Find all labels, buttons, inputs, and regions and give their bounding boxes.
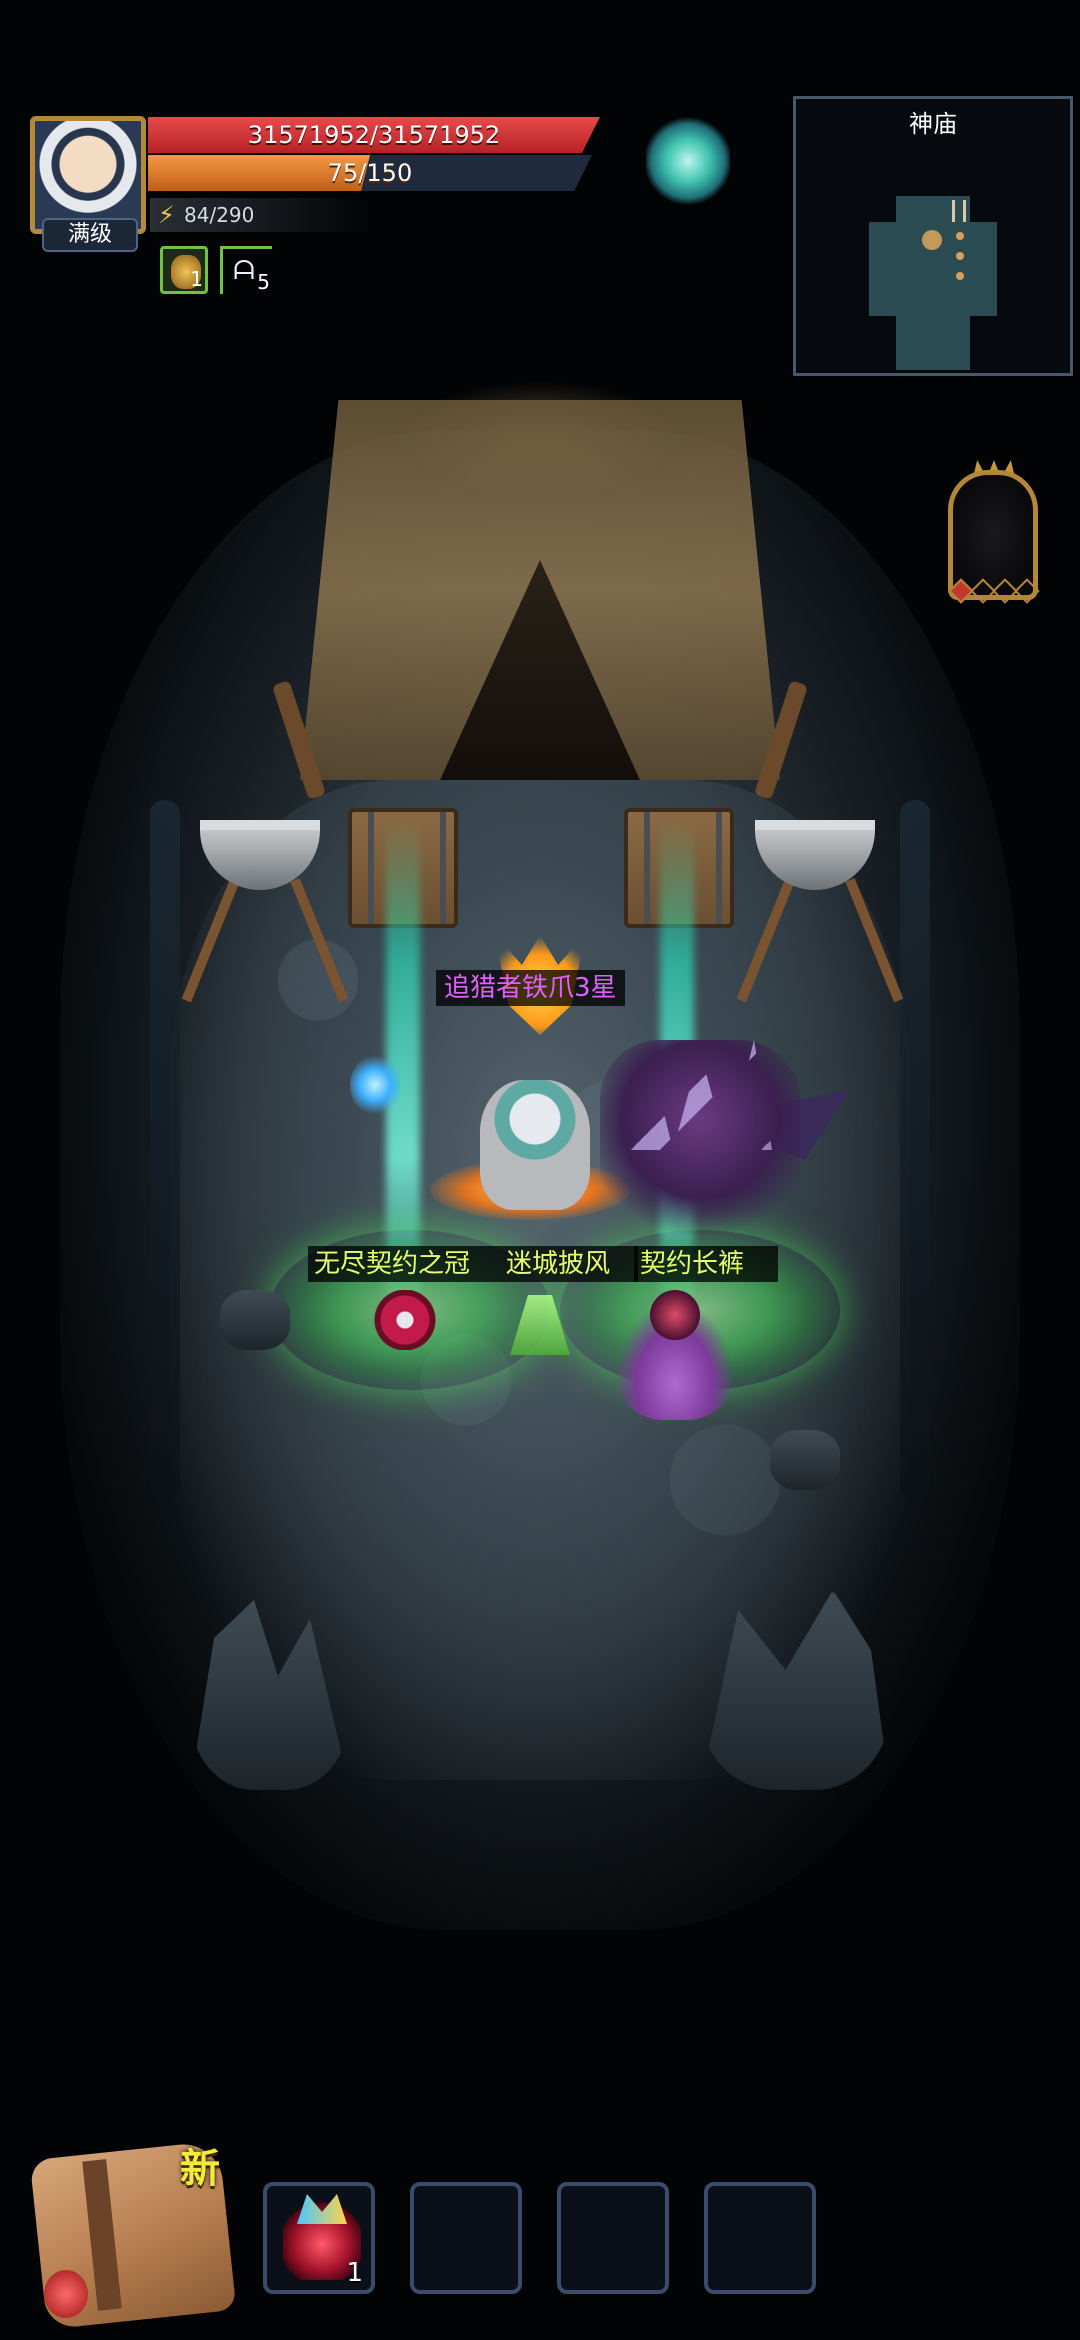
cloak-item-label[interactable]: 迷城披风 — [500, 1246, 638, 1282]
minimap-ladder-icon — [952, 200, 966, 222]
rock — [220, 1290, 290, 1350]
player-level-tag: 满级 — [42, 218, 138, 252]
hp-text: 31571952/31571952 — [247, 121, 501, 149]
crown-item-label[interactable]: 无尽契约之冠 — [308, 1246, 500, 1282]
slot-count: 1 — [346, 2258, 363, 2288]
crown-item-drop[interactable] — [370, 1290, 440, 1350]
light-beam-left — [386, 820, 420, 1300]
quick-slot-1[interactable]: 1 — [263, 2182, 375, 2294]
mp-text: 75/150 — [327, 159, 413, 187]
buff-count: 1 — [190, 267, 203, 291]
quick-slot-2[interactable] — [410, 2182, 522, 2294]
quick-slot-3[interactable] — [557, 2182, 669, 2294]
minimap-title: 神庙 — [909, 110, 957, 138]
blue-spirit-icon — [350, 1055, 400, 1115]
potion-icon — [44, 2270, 88, 2318]
new-badge: 新 — [180, 2146, 220, 2192]
minimap-monster-icon — [956, 232, 964, 240]
pants-item-label[interactable]: 契约长裤 — [634, 1246, 778, 1282]
energy-text: 84/290 — [184, 203, 255, 227]
monster-name-label: 追猎者铁爪3星 — [436, 970, 625, 1006]
shell-buff[interactable]: 1 — [160, 246, 208, 294]
pants-item-gem — [650, 1290, 700, 1340]
minimap-player-icon — [922, 230, 942, 250]
quick-slot-4[interactable] — [704, 2182, 816, 2294]
wolf-buff[interactable]: ᗩ 5 — [220, 246, 272, 294]
player-character[interactable] — [480, 1080, 590, 1210]
buff-count: 5 — [257, 270, 270, 294]
lightning-icon: ⚡ — [158, 201, 175, 229]
rock — [770, 1430, 840, 1490]
left-wall — [150, 800, 180, 1500]
right-wall — [900, 800, 930, 1500]
player-avatar[interactable] — [30, 116, 146, 234]
minimap-monster-icon — [956, 272, 964, 280]
minimap-monster-icon — [956, 252, 964, 260]
wolf-buff-icon: ᗩ — [233, 256, 255, 286]
teleport-portal-icon[interactable] — [646, 116, 730, 206]
